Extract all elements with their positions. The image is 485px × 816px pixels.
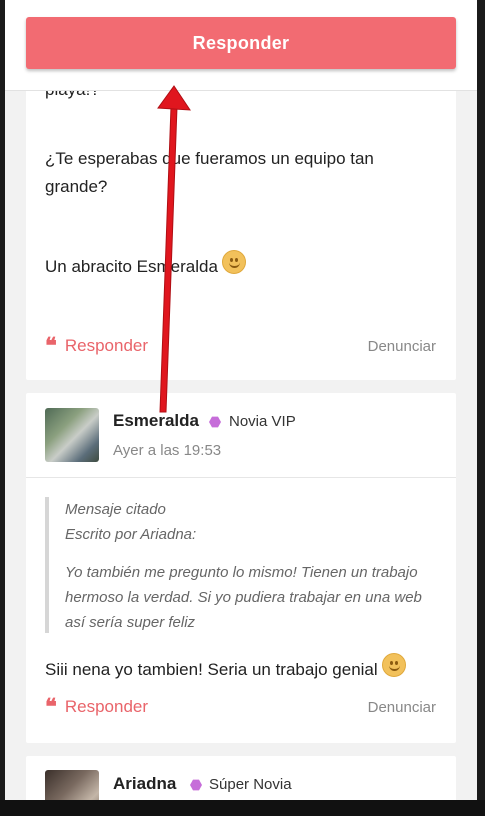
post-text-line: Siii nena yo tambien! Seria un trabajo g…: [45, 660, 378, 679]
post-actions: ❝ Responder Denunciar: [45, 694, 436, 721]
smiley-emoji-icon: [381, 653, 406, 677]
author-name[interactable]: Ariadna: [113, 774, 176, 794]
quote-text-line: hermoso la verdad. Si yo pudiera trabaja…: [65, 589, 422, 606]
post-card: playa!? ¿Te esperabas que fueramos un eq…: [26, 60, 456, 380]
post-text-line: ¿Te esperabas que fueramos un equipo tan: [45, 149, 374, 168]
user-badge-label: Novia VIP: [229, 413, 296, 430]
author-name[interactable]: Esmeralda: [113, 411, 199, 431]
quoted-message: Mensaje citado Escrito por Ariadna: Yo t…: [45, 497, 435, 633]
divider: [26, 477, 456, 478]
quote-icon: ❝: [45, 333, 57, 359]
post-text-line: Un abracito Esmeralda: [45, 257, 218, 276]
quote-author: Escrito por Ariadna:: [65, 526, 197, 543]
post-text-signoff: Un abracito Esmeralda: [45, 250, 246, 281]
hexagon-badge-icon: [190, 779, 202, 791]
quote-icon: ❝: [45, 694, 57, 720]
post-actions: ❝ Responder Denunciar: [45, 333, 436, 360]
reply-link[interactable]: ❝ Responder: [45, 333, 149, 359]
smiley-emoji-icon: [221, 250, 246, 274]
quote-text-line: así sería super feliz: [65, 614, 196, 631]
user-badge-label: Súper Novia: [209, 776, 292, 793]
sticky-header: Responder: [5, 0, 477, 91]
reply-link-label: Responder: [64, 336, 149, 355]
report-link[interactable]: Denunciar: [368, 699, 436, 716]
post-timestamp: Ayer a las 19:53: [113, 442, 222, 459]
forum-thread-viewport: playa!? ¿Te esperabas que fueramos un eq…: [5, 0, 477, 800]
post-card: Ariadna Súper Novia: [26, 756, 456, 800]
reply-link[interactable]: ❝ Responder: [45, 694, 149, 720]
post-text: Siii nena yo tambien! Seria un trabajo g…: [45, 653, 406, 684]
hexagon-badge-icon: [209, 416, 221, 428]
post-card: Esmeralda Novia VIP Ayer a las 19:53 Men…: [26, 393, 456, 743]
quote-text-line: Yo también me pregunto lo mismo! Tienen …: [65, 564, 418, 581]
reply-link-label: Responder: [64, 697, 149, 716]
reply-button[interactable]: Responder: [26, 17, 456, 69]
avatar[interactable]: [45, 770, 99, 800]
bottom-bar: [0, 800, 485, 816]
post-text-line: grande?: [45, 177, 108, 196]
report-link[interactable]: Denunciar: [368, 338, 436, 355]
avatar[interactable]: [45, 408, 99, 462]
quote-title: Mensaje citado: [65, 501, 166, 518]
